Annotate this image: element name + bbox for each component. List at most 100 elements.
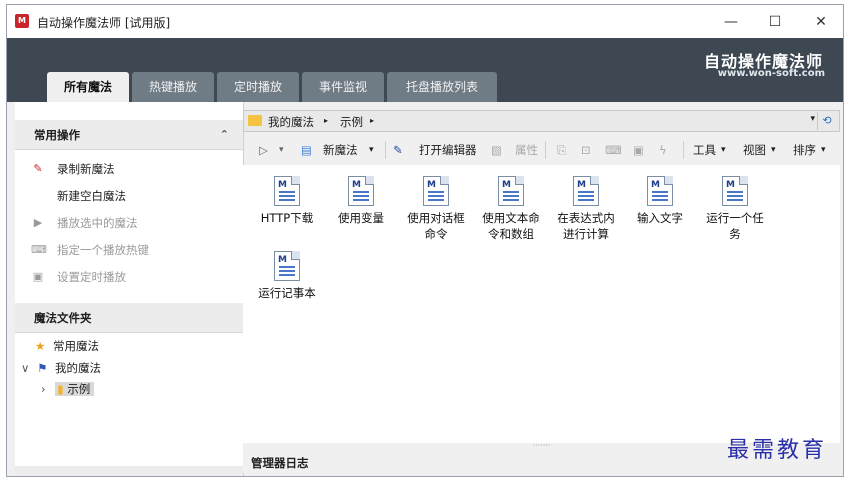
brand-url: www.won-soft.com [717,68,825,79]
macro-item[interactable]: M 运行一个任务 [698,176,772,242]
properties-button[interactable]: 属性 [515,141,538,159]
editor-icon: ✎ [393,143,403,157]
sort-dropdown-icon[interactable]: ▾ [821,141,826,159]
breadcrumb-examples[interactable]: 示例 [340,114,363,130]
macro-name: HTTP下载 [260,211,314,225]
macro-item[interactable]: M 使用变量 [324,176,398,226]
tree-item-my-macros[interactable]: ∨ ⚑ 我的魔法 [21,358,101,378]
sort-menu[interactable]: 排序 [793,141,816,159]
play-icon: ▶ [33,216,43,229]
window-title: 自动操作魔法师 [试用版] [37,16,171,30]
chevron-down-icon[interactable]: ∨ [21,361,29,375]
macro-file-icon: M [722,176,748,206]
assign-hotkey-label: 指定一个播放热键 [57,243,149,257]
tree-label-examples: 示例 [67,382,91,396]
play-dropdown-icon[interactable]: ▾ [279,141,284,159]
address-bar[interactable]: 我的魔法 ▸ 示例 ▸ ▾ ⟲ [243,110,840,132]
toolbar-divider [683,141,684,159]
event-icon[interactable]: ϟ [659,141,667,159]
tree-label-favorites: 常用魔法 [52,339,99,353]
breadcrumb-arrow-icon[interactable]: ▸ [324,116,328,125]
macro-item[interactable]: M 使用文本命令和数组 [474,176,548,242]
folders-title: 魔法文件夹 [34,311,92,325]
record-icon: ✎ [33,162,43,175]
minimize-button[interactable]: — [709,9,753,35]
breadcrumb-arrow-icon[interactable]: ▸ [370,116,374,125]
macro-name: 使用变量 [338,211,384,225]
app-logo-icon: M [15,14,29,28]
close-button[interactable]: ✕ [799,9,843,35]
macro-item[interactable]: M 运行记事本 [250,251,324,301]
macro-file-icon: M [274,251,300,281]
view-dropdown-icon[interactable]: ▾ [771,141,776,159]
properties-icon: ▧ [491,143,502,157]
macro-file-icon: M [423,176,449,206]
refresh-icon[interactable]: ⟲ [817,112,836,130]
new-macro-button[interactable]: 新魔法 [323,141,358,159]
macro-item[interactable]: M 使用对话框命令 [399,176,473,242]
folder-icon: ▮ [57,382,64,396]
play-selected-macro-label: 播放选中的魔法 [57,216,138,230]
tab-all-macros[interactable]: 所有魔法 [47,72,129,102]
new-blank-macro[interactable]: 新建空白魔法 [15,184,243,208]
tools-dropdown-icon[interactable]: ▾ [721,141,726,159]
folder-icon [248,115,262,126]
macro-file-icon: M [274,176,300,206]
header-banner: 自动操作魔法师 www.won-soft.com 所有魔法 热键播放 定时播放 … [7,38,843,102]
tree-item-examples[interactable]: › ▮ 示例 [41,379,95,399]
new-macro-dropdown-icon[interactable]: ▾ [369,141,374,159]
folders-section-header[interactable]: 魔法文件夹 [15,303,243,333]
new-macro-icon: ▤ [301,143,312,157]
address-dropdown-icon[interactable]: ▾ [810,114,815,124]
left-footer [15,466,243,476]
macro-file-icon: M [498,176,524,206]
record-new-macro[interactable]: ✎ 录制新魔法 [15,157,243,181]
tab-event-monitor[interactable]: 事件监视 [302,72,384,102]
chevron-right-icon[interactable]: › [41,382,46,396]
tab-hotkey-play[interactable]: 热键播放 [132,72,214,102]
macro-name: 运行记事本 [258,286,316,300]
macro-name: 使用文本命令和数组 [482,211,540,241]
tree-item-favorites[interactable]: ★ 常用魔法 [35,336,99,356]
keyboard-icon[interactable]: ⌨ [605,141,622,159]
lock-icon[interactable]: ⊡ [581,141,591,159]
keyboard-icon: ⌨ [31,243,47,256]
toolbar-divider [385,141,386,159]
macro-file-icon: M [348,176,374,206]
macro-name: 运行一个任务 [706,211,764,241]
macro-file-icon: M [647,176,673,206]
collapse-icon[interactable]: ⌃ [220,120,229,150]
breadcrumb-my-macros[interactable]: 我的魔法 [268,114,314,130]
tools-menu[interactable]: 工具 [693,141,716,159]
selected-folder-highlight: ▮ 示例 [55,382,95,396]
tab-tray-playlist[interactable]: 托盘播放列表 [387,72,497,102]
record-new-macro-label: 录制新魔法 [57,162,115,176]
operations-section-header[interactable]: 常用操作 ⌃ [15,120,243,150]
set-scheduled-play[interactable]: ▣ 设置定时播放 [15,265,243,289]
play-button[interactable]: ▷ [259,141,268,159]
maximize-button[interactable]: ☐ [753,9,797,35]
watermark-text: 最需教育 [727,438,828,463]
new-blank-macro-label: 新建空白魔法 [57,189,126,203]
macro-list-view: M HTTP下载 M 使用变量 M 使用对话框命令 M 使用文本命令和数组 M … [243,165,840,443]
schedule-icon: ▣ [32,270,44,283]
open-editor-button[interactable]: 打开编辑器 [419,141,477,159]
assign-hotkey[interactable]: ⌨ 指定一个播放热键 [15,238,243,262]
toolbar-divider [545,141,546,159]
macro-item[interactable]: M 在表达式内进行计算 [549,176,623,242]
macro-item[interactable]: M HTTP下载 [250,176,324,226]
title-bar: M 自动操作魔法师 [试用版] — ☐ ✕ [7,5,843,38]
left-panel: 常用操作 ⌃ ✎ 录制新魔法 新建空白魔法 ▶ 播放选中的魔法 ⌨ 指定一个播放… [15,102,244,476]
tab-scheduled-play[interactable]: 定时播放 [217,72,299,102]
play-selected-macro[interactable]: ▶ 播放选中的魔法 [15,211,243,235]
macro-file-icon: M [573,176,599,206]
schedule-icon[interactable]: ▣ [633,141,644,159]
flag-icon: ⚑ [37,361,48,375]
macro-item[interactable]: M 输入文字 [623,176,697,226]
star-icon: ★ [35,339,46,353]
toolbar: ▷ ▾ ▤ 新魔法 ▾ ✎ 打开编辑器 ▧ 属性 ⎘ ⊡ ⌨ ▣ ϟ 工具 ▾ … [243,137,840,163]
view-menu[interactable]: 视图 [743,141,766,159]
macro-name: 使用对话框命令 [407,211,465,241]
macro-name: 输入文字 [637,211,683,225]
export-icon[interactable]: ⎘ [557,141,566,159]
